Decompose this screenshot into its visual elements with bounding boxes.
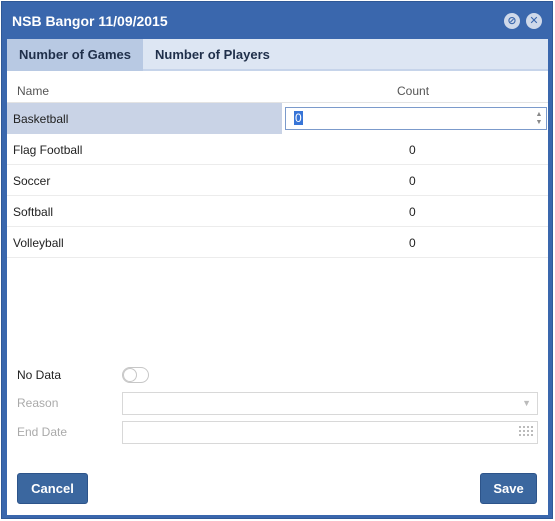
row-count: 0 <box>409 174 416 188</box>
end-date-label: End Date <box>17 425 68 439</box>
window-title: NSB Bangor 11/09/2015 <box>12 13 168 29</box>
table-row[interactable]: Softball 0 <box>7 196 548 227</box>
count-input-value: 0 <box>294 111 303 125</box>
tab-bar: Number of Games Number of Players <box>7 39 548 71</box>
row-name: Soccer <box>13 174 51 188</box>
count-edit-cell: 0 ▲ ▼ <box>282 103 548 134</box>
tab-number-of-games[interactable]: Number of Games <box>7 39 143 71</box>
table-row[interactable]: Volleyball 0 <box>7 227 548 258</box>
table-row[interactable]: Flag Football 0 <box>7 134 548 165</box>
title-bar: NSB Bangor 11/09/2015 ⊘ ✕ <box>2 2 552 39</box>
table-row[interactable]: Basketball 0 ▲ ▼ <box>7 103 548 134</box>
dialog-body: Number of Games Number of Players Name C… <box>7 39 548 515</box>
reason-label: Reason <box>17 396 59 410</box>
row-count: 0 <box>409 143 416 157</box>
reason-row: Reason ▼ <box>7 392 548 416</box>
column-header-count[interactable]: Count <box>397 84 429 98</box>
table-row[interactable]: Soccer 0 <box>7 165 548 196</box>
toggle-knob <box>123 368 137 382</box>
row-count: 0 <box>409 205 416 219</box>
dialog-window: NSB Bangor 11/09/2015 ⊘ ✕ Number of Game… <box>1 1 553 519</box>
minimize-icon[interactable]: ⊘ <box>504 13 520 29</box>
row-name: Volleyball <box>13 236 64 250</box>
spinner-icon[interactable]: ▲ ▼ <box>534 111 544 127</box>
tab-number-of-players[interactable]: Number of Players <box>143 39 282 71</box>
end-date-row: End Date <box>7 421 548 445</box>
end-date-field[interactable] <box>122 421 538 444</box>
grid-header: Name Count <box>7 79 548 103</box>
no-data-label: No Data <box>17 368 62 382</box>
calendar-icon[interactable] <box>519 426 533 439</box>
row-name: Softball <box>13 205 54 219</box>
no-data-row: No Data <box>7 364 548 388</box>
games-grid: Name Count Basketball 0 ▲ ▼ Flag Football… <box>7 79 548 258</box>
cancel-button[interactable]: Cancel <box>17 473 88 504</box>
row-name: Flag Football <box>13 143 83 157</box>
no-data-toggle[interactable] <box>122 367 149 383</box>
reason-select[interactable]: ▼ <box>122 392 538 415</box>
row-count: 0 <box>409 236 416 250</box>
save-button[interactable]: Save <box>480 473 537 504</box>
close-icon[interactable]: ✕ <box>526 13 542 29</box>
chevron-down-icon[interactable]: ▼ <box>522 398 531 408</box>
column-header-name[interactable]: Name <box>17 84 49 98</box>
row-name: Basketball <box>13 112 69 126</box>
count-input[interactable]: 0 ▲ ▼ <box>285 107 547 130</box>
